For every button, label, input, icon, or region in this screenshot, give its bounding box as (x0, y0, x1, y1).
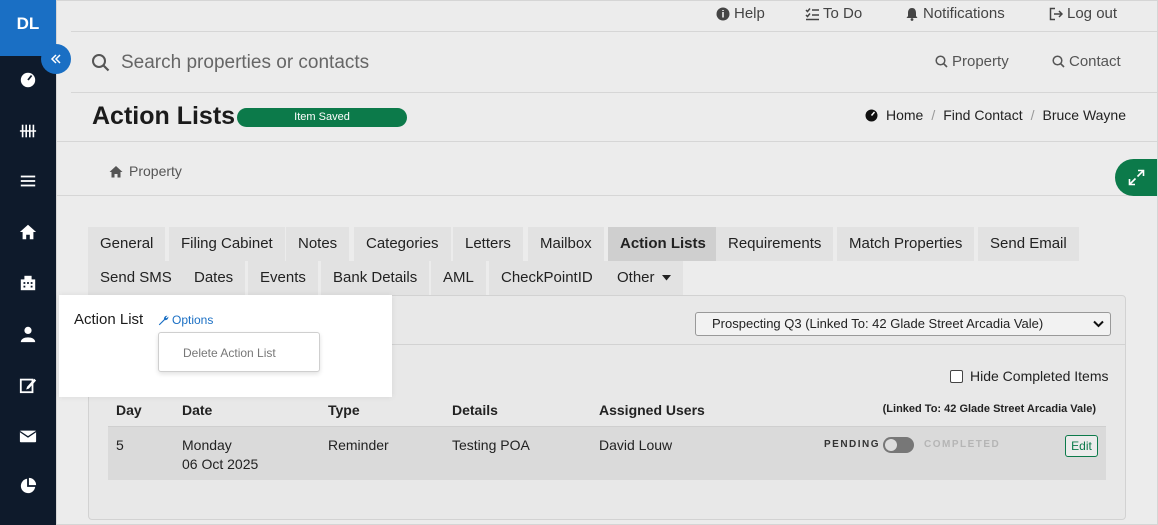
tab-other[interactable]: Other (605, 261, 683, 295)
hide-completed-label: Hide Completed Items (970, 368, 1109, 384)
column-header-linked-to: (Linked To: 42 Glade Street Arcadia Vale… (882, 403, 1096, 415)
tab-mailbox[interactable]: Mailbox (528, 227, 604, 261)
edit-icon[interactable] (0, 370, 56, 400)
cell-date-date: 06 Oct 2025 (182, 456, 259, 472)
cell-date-weekday: Monday (182, 437, 232, 453)
cell-assigned-users: David Louw (599, 437, 673, 453)
column-header-day: Day (116, 402, 142, 418)
column-header-assigned-users: Assigned Users (599, 402, 705, 418)
pie-chart-icon[interactable] (0, 471, 56, 501)
building-icon[interactable] (0, 268, 56, 298)
list-icon[interactable] (0, 166, 56, 196)
breadcrumb-find-contact[interactable]: Find Contact (943, 107, 1022, 123)
hide-completed-checkbox[interactable] (950, 369, 963, 383)
breadcrumb-home[interactable]: Home (886, 107, 923, 123)
tab-events[interactable]: Events (248, 261, 318, 295)
page-title: Action Lists (92, 102, 236, 130)
search-property-button[interactable]: Property (935, 53, 1009, 70)
search-contact-label: Contact (1069, 53, 1121, 70)
logout-link[interactable]: Log out (1049, 5, 1117, 22)
tab-notes[interactable]: Notes (286, 227, 350, 261)
options-button[interactable]: Options (158, 313, 213, 327)
tab-requirements[interactable]: Requirements (716, 227, 834, 261)
toggle-knob (885, 439, 897, 451)
double-chevron-left-icon (50, 54, 61, 64)
home-icon[interactable] (0, 217, 56, 247)
notifications-link[interactable]: Notifications (905, 5, 1005, 22)
action-list-options-panel: Action List Options Delete Action List (59, 295, 392, 397)
tab-checkpointid[interactable]: CheckPointID (489, 261, 605, 295)
tab-letters[interactable]: Letters (453, 227, 523, 261)
mail-icon[interactable] (0, 421, 56, 451)
help-icon: i (716, 7, 730, 20)
cell-type: Reminder (328, 437, 389, 453)
tab-match-properties[interactable]: Match Properties (837, 227, 975, 261)
action-list-title: Action List (74, 311, 144, 328)
hide-completed-toggle[interactable]: Hide Completed Items (950, 368, 1109, 384)
svg-text:i: i (722, 9, 725, 20)
logout-icon (1049, 7, 1063, 20)
action-list-select-value: Prospecting Q3 (Linked To: 42 Glade Stre… (712, 316, 1044, 331)
dashboard-icon (865, 109, 878, 121)
tab-filing-cabinet[interactable]: Filing Cabinet (169, 227, 285, 261)
property-link[interactable]: Property (109, 163, 182, 179)
tally-icon[interactable] (0, 116, 56, 146)
column-header-details: Details (452, 402, 498, 418)
todo-link[interactable]: To Do (805, 5, 862, 22)
search-bar: Property Contact (71, 33, 1157, 93)
breadcrumb-contact-name[interactable]: Bruce Wayne (1042, 107, 1126, 123)
cell-details: Testing POA (452, 437, 530, 453)
expand-button[interactable] (1115, 159, 1157, 196)
bell-icon (906, 7, 918, 21)
status-badge: Item Saved (237, 108, 407, 127)
edit-button[interactable]: Edit (1065, 435, 1098, 457)
status-toggle[interactable] (883, 437, 914, 453)
search-contact-button[interactable]: Contact (1052, 53, 1121, 70)
tab-send-email[interactable]: Send Email (978, 227, 1079, 261)
options-dropdown-menu: Delete Action List (158, 332, 320, 372)
cell-day: 5 (116, 437, 124, 453)
todo-label: To Do (823, 5, 863, 22)
notifications-label: Notifications (923, 5, 1005, 22)
delete-action-list-item[interactable]: Delete Action List (183, 346, 276, 360)
search-icon (1052, 55, 1065, 68)
checklist-icon (805, 7, 819, 20)
tab-aml[interactable]: AML (431, 261, 486, 295)
tab-send-sms[interactable]: Send SMS (88, 261, 184, 295)
tab-general[interactable]: General (88, 227, 166, 261)
search-icon (92, 54, 110, 72)
help-link[interactable]: i Help (716, 5, 765, 22)
collapse-sidebar-button[interactable] (41, 44, 71, 74)
logout-label: Log out (1067, 5, 1118, 22)
cell-date: Monday 06 Oct 2025 (182, 436, 258, 474)
caret-down-icon (661, 275, 671, 281)
tab-other-label: Other (617, 269, 655, 286)
search-property-label: Property (952, 53, 1009, 70)
options-label: Options (172, 313, 214, 327)
main-content: i Help To Do Notifications Log out Prope… (56, 0, 1158, 525)
status-pending-label: PENDING (824, 439, 881, 450)
home-icon (109, 165, 123, 177)
top-bar: i Help To Do Notifications Log out (71, 1, 1157, 32)
action-list-select[interactable]: Prospecting Q3 (Linked To: 42 Glade Stre… (695, 312, 1111, 336)
divider (57, 141, 1157, 142)
expand-icon (1128, 169, 1144, 186)
tab-action-lists[interactable]: Action Lists (608, 227, 718, 261)
column-header-date: Date (182, 402, 213, 418)
tab-dates[interactable]: Dates (182, 261, 246, 295)
breadcrumb: Home / Find Contact / Bruce Wayne (865, 107, 1126, 123)
sidebar: DL (0, 0, 56, 525)
search-icon (935, 55, 948, 68)
help-label: Help (734, 5, 765, 22)
status-completed-label: COMPLETED (924, 439, 1001, 450)
tab-categories[interactable]: Categories (354, 227, 451, 261)
column-header-type: Type (328, 402, 360, 418)
search-input[interactable] (121, 49, 621, 77)
contact-user-icon[interactable] (0, 319, 56, 349)
wrench-icon (158, 315, 169, 325)
chevron-down-icon (1093, 320, 1104, 328)
property-link-label: Property (129, 163, 182, 179)
tab-bank-details[interactable]: Bank Details (321, 261, 430, 295)
divider (57, 195, 1157, 196)
